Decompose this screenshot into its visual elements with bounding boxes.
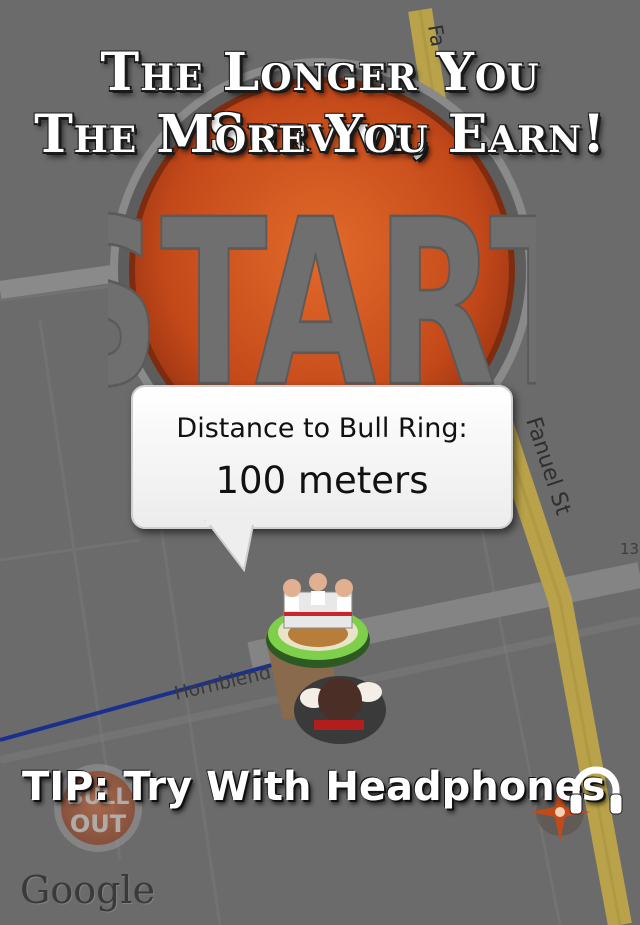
house-number: 13 xyxy=(620,540,639,558)
tip-text: TIP: Try With Headphones xyxy=(22,764,606,810)
distance-value: 100 meters xyxy=(215,459,429,502)
headline-line2: The More You Earn! xyxy=(34,104,606,165)
bubble-tail xyxy=(204,520,256,572)
bull-out-line2: OUT xyxy=(70,810,127,838)
game-screen: Fa Fanuel St Hornblend 13 BULL OUT TAR T… xyxy=(0,0,640,925)
distance-bubble: Distance to Bull Ring: 100 meters xyxy=(131,385,513,529)
distance-label: Distance to Bull Ring: xyxy=(176,413,468,444)
headphones-icon xyxy=(569,766,623,815)
google-attribution: Google xyxy=(20,868,156,912)
